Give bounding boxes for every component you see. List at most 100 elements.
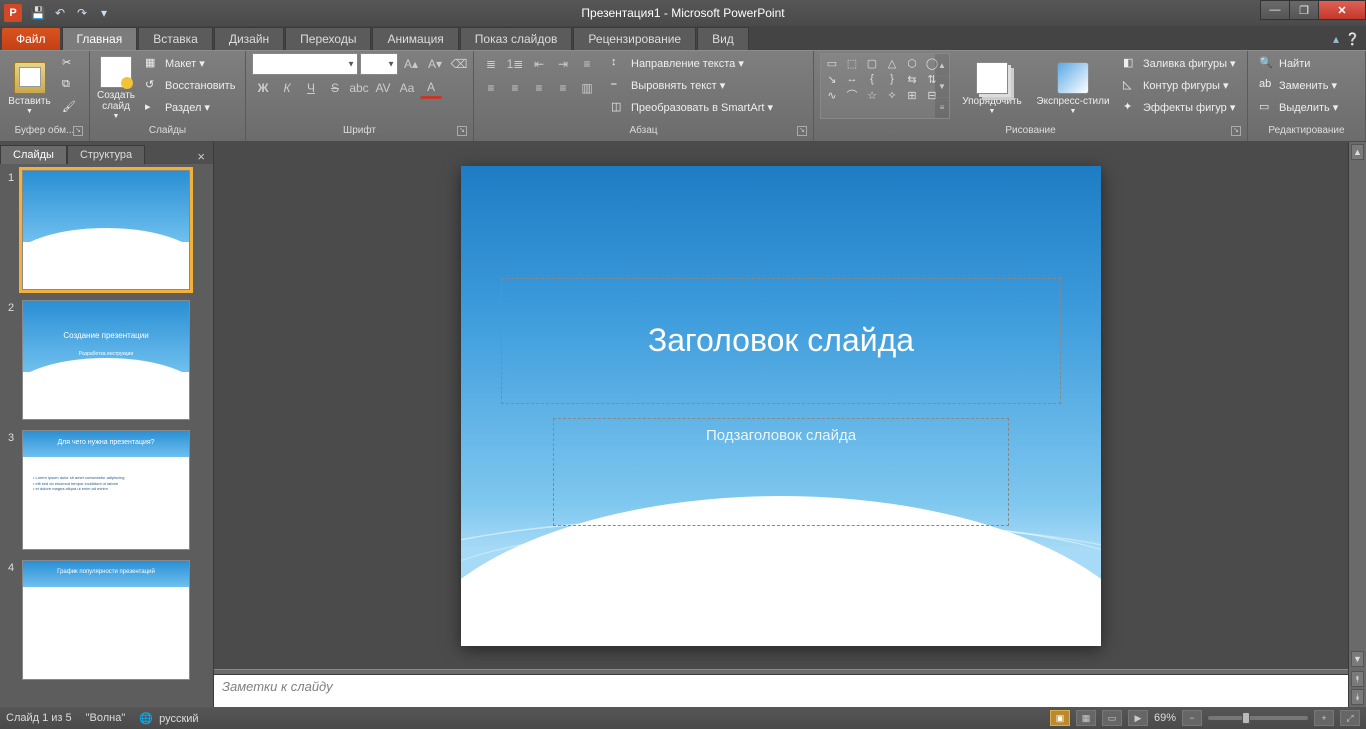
shape-icon[interactable]: ∿ bbox=[823, 88, 841, 102]
tab-design[interactable]: Дизайн bbox=[214, 27, 284, 50]
shape-icon[interactable]: } bbox=[883, 72, 901, 86]
convert-smartart-button[interactable]: ◫Преобразовать в SmartArt ▾ bbox=[606, 97, 778, 118]
paste-button[interactable]: Вставить ▼ bbox=[6, 53, 53, 121]
numbering-button[interactable]: 1≣ bbox=[504, 53, 526, 75]
notes-pane[interactable]: Заметки к слайду bbox=[214, 675, 1348, 707]
quick-styles-button[interactable]: Экспресс-стили ▼ bbox=[1034, 53, 1112, 121]
bullets-button[interactable]: ≣ bbox=[480, 53, 502, 75]
zoom-level[interactable]: 69% bbox=[1154, 712, 1176, 724]
normal-view-button[interactable]: ▣ bbox=[1050, 710, 1070, 726]
list-item[interactable]: 2 Создание презентации Разработка инстру… bbox=[8, 300, 205, 420]
minimize-button[interactable]: — bbox=[1260, 0, 1290, 20]
find-button[interactable]: 🔍Найти bbox=[1254, 53, 1343, 74]
bold-button[interactable]: Ж bbox=[252, 77, 274, 99]
reset-button[interactable]: ↺Восстановить bbox=[140, 75, 240, 96]
columns-button[interactable]: ▥ bbox=[576, 77, 598, 99]
change-case-button[interactable]: Aa bbox=[396, 77, 418, 99]
strike-button[interactable]: S bbox=[324, 77, 346, 99]
slideshow-view-button[interactable]: ▶ bbox=[1128, 710, 1148, 726]
shape-icon[interactable]: △ bbox=[883, 56, 901, 70]
prev-slide-icon[interactable]: ⯭ bbox=[1351, 671, 1364, 687]
grow-font-button[interactable]: A▴ bbox=[400, 53, 422, 75]
shadow-button[interactable]: abc bbox=[348, 77, 370, 99]
font-size-combo[interactable]: ▼ bbox=[360, 53, 398, 75]
line-spacing-button[interactable]: ≡ bbox=[576, 53, 598, 75]
slide-canvas[interactable]: Заголовок слайда Подзаголовок слайда bbox=[214, 142, 1348, 669]
shape-icon[interactable]: ▢ bbox=[863, 56, 881, 70]
align-justify-button[interactable]: ≡ bbox=[552, 77, 574, 99]
list-item[interactable]: 4 График популярности презентаций bbox=[8, 560, 205, 680]
fit-to-window-button[interactable]: ⤢ bbox=[1340, 710, 1360, 726]
zoom-out-button[interactable]: − bbox=[1182, 710, 1202, 726]
replace-button[interactable]: abЗаменить ▾ bbox=[1254, 75, 1343, 96]
clear-format-button[interactable]: ⌫ bbox=[448, 53, 470, 75]
maximize-button[interactable]: ❐ bbox=[1289, 0, 1319, 20]
indent-dec-button[interactable]: ⇤ bbox=[528, 53, 550, 75]
shape-icon[interactable]: ☆ bbox=[863, 88, 881, 102]
reading-view-button[interactable]: ▭ bbox=[1102, 710, 1122, 726]
layout-button[interactable]: ▦Макет ▾ bbox=[140, 53, 240, 74]
sorter-view-button[interactable]: ▦ bbox=[1076, 710, 1096, 726]
indent-inc-button[interactable]: ⇥ bbox=[552, 53, 574, 75]
tab-review[interactable]: Рецензирование bbox=[573, 27, 696, 50]
text-direction-button[interactable]: ↕Направление текста ▾ bbox=[606, 53, 778, 74]
shape-icon[interactable]: ↔ bbox=[843, 72, 861, 86]
shape-icon[interactable]: ✧ bbox=[883, 88, 901, 102]
shape-icon[interactable]: ⬚ bbox=[843, 56, 861, 70]
dialog-launcher-icon[interactable]: ↘ bbox=[797, 126, 807, 136]
shapes-gallery[interactable]: ▭ ⬚ ▢ △ ⬡ ◯ ↘ ↔ { } ⇆ ⇅ ∿ ⌒ ☆ ✧ ⊞ ⊟ ▲▼≡ bbox=[820, 53, 950, 119]
shape-icon[interactable]: { bbox=[863, 72, 881, 86]
file-tab[interactable]: Файл bbox=[2, 28, 60, 50]
spacing-button[interactable]: AV bbox=[372, 77, 394, 99]
align-text-button[interactable]: ⎯Выровнять текст ▾ bbox=[606, 75, 778, 96]
tab-outline[interactable]: Структура bbox=[67, 145, 145, 164]
tab-view[interactable]: Вид bbox=[697, 27, 749, 50]
shape-icon[interactable]: ▭ bbox=[823, 56, 841, 70]
redo-icon[interactable]: ↷ bbox=[72, 3, 92, 23]
font-color-button[interactable]: A bbox=[420, 77, 442, 99]
undo-icon[interactable]: ↶ bbox=[50, 3, 70, 23]
tab-slideshow[interactable]: Показ слайдов bbox=[460, 27, 573, 50]
dialog-launcher-icon[interactable]: ↘ bbox=[73, 126, 83, 136]
format-painter-button[interactable]: 🖌 bbox=[57, 97, 83, 118]
shape-icon[interactable]: ⊞ bbox=[903, 88, 921, 102]
align-right-button[interactable]: ≡ bbox=[528, 77, 550, 99]
dialog-launcher-icon[interactable]: ↘ bbox=[1231, 126, 1241, 136]
section-button[interactable]: ▸Раздел ▾ bbox=[140, 97, 240, 118]
scroll-up-icon[interactable]: ▲ bbox=[1351, 144, 1364, 160]
align-left-button[interactable]: ≡ bbox=[480, 77, 502, 99]
font-name-combo[interactable]: ▼ bbox=[252, 53, 358, 75]
help-icon[interactable]: ❔ bbox=[1345, 32, 1360, 46]
shape-icon[interactable]: ⇆ bbox=[903, 72, 921, 86]
language-indicator[interactable]: 🌐 русский bbox=[139, 712, 198, 725]
close-button[interactable]: ✕ bbox=[1318, 0, 1366, 20]
qat-more-icon[interactable]: ▾ bbox=[94, 3, 114, 23]
shape-fill-button[interactable]: ◧Заливка фигуры ▾ bbox=[1118, 53, 1241, 74]
shrink-font-button[interactable]: A▾ bbox=[424, 53, 446, 75]
panel-close-icon[interactable]: × bbox=[189, 149, 213, 164]
gallery-scroll[interactable]: ▲▼≡ bbox=[935, 54, 949, 118]
save-icon[interactable]: 💾 bbox=[28, 3, 48, 23]
shape-icon[interactable]: ↘ bbox=[823, 72, 841, 86]
cut-button[interactable]: ✂ bbox=[57, 53, 83, 74]
shape-outline-button[interactable]: ◺Контур фигуры ▾ bbox=[1118, 75, 1241, 96]
tab-home[interactable]: Главная bbox=[62, 27, 138, 50]
tab-transitions[interactable]: Переходы bbox=[285, 27, 371, 50]
underline-button[interactable]: Ч bbox=[300, 77, 322, 99]
new-slide-button[interactable]: Создать слайд ▼ bbox=[96, 53, 136, 121]
tab-insert[interactable]: Вставка bbox=[138, 27, 213, 50]
tab-animation[interactable]: Анимация bbox=[372, 27, 458, 50]
slide[interactable]: Заголовок слайда Подзаголовок слайда bbox=[461, 166, 1101, 646]
select-button[interactable]: ▭Выделить ▾ bbox=[1254, 97, 1343, 118]
arrange-button[interactable]: Упорядочить ▼ bbox=[956, 53, 1028, 121]
title-placeholder[interactable]: Заголовок слайда bbox=[501, 278, 1061, 404]
shape-icon[interactable]: ⬡ bbox=[903, 56, 921, 70]
align-center-button[interactable]: ≡ bbox=[504, 77, 526, 99]
shape-icon[interactable]: ⌒ bbox=[843, 88, 861, 102]
tab-slides-thumbnails[interactable]: Слайды bbox=[0, 145, 67, 164]
vertical-scrollbar[interactable]: ▲ ▼ ⯭ ⯯ bbox=[1348, 142, 1366, 707]
next-slide-icon[interactable]: ⯯ bbox=[1351, 689, 1364, 705]
dialog-launcher-icon[interactable]: ↘ bbox=[457, 126, 467, 136]
ribbon-minimize-icon[interactable]: ▴ bbox=[1333, 32, 1339, 46]
copy-button[interactable]: ⧉ bbox=[57, 75, 83, 96]
